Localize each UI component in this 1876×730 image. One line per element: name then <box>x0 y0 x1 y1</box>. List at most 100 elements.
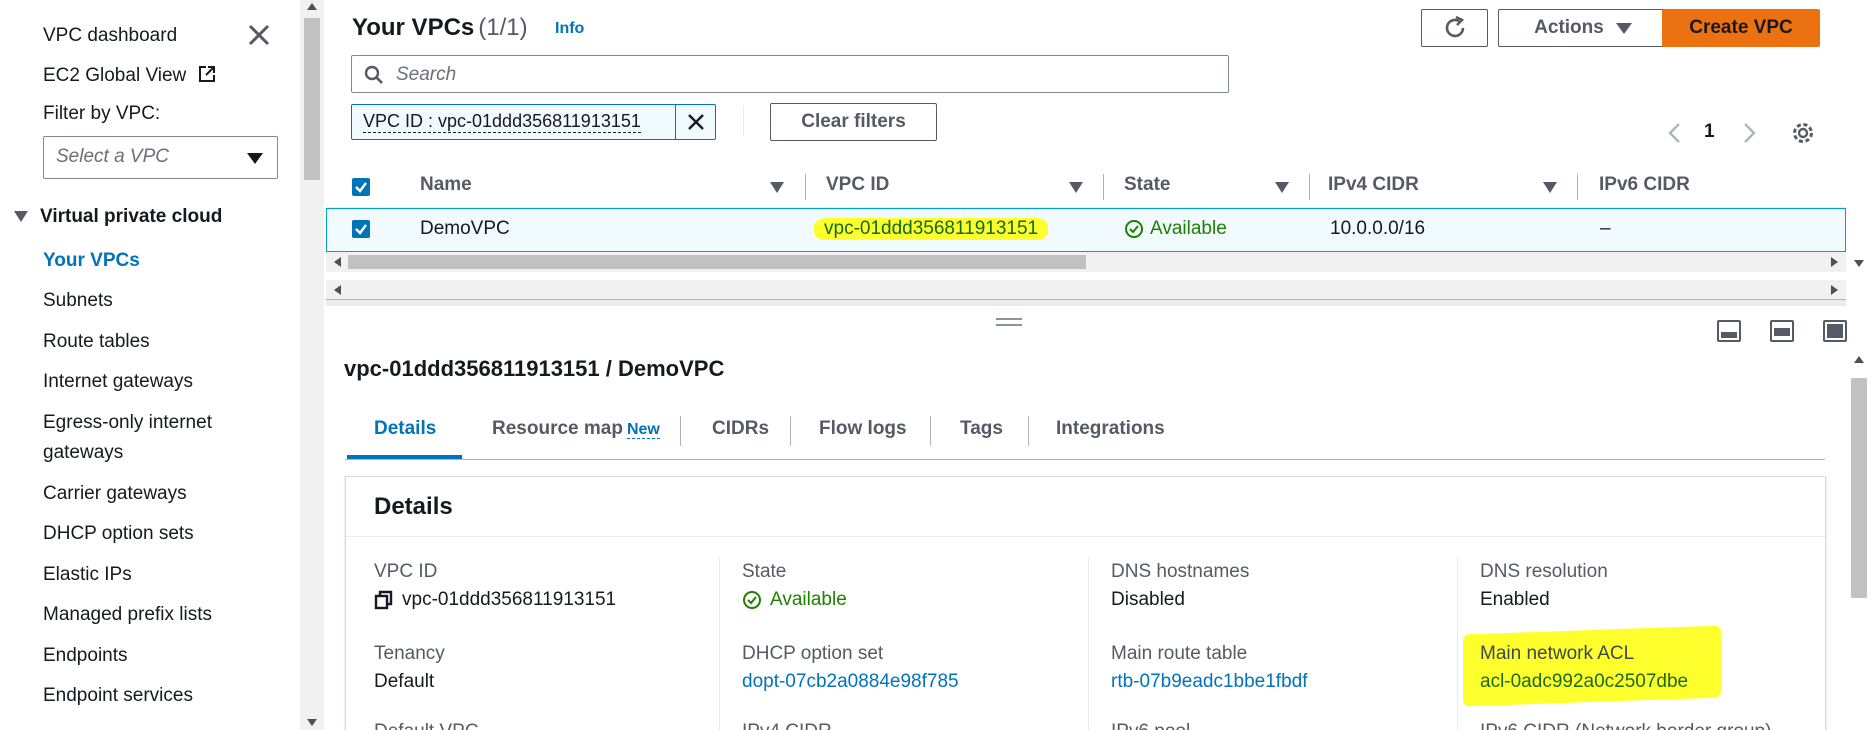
tab-divider <box>680 416 681 446</box>
tab-integrations[interactable]: Integrations <box>1056 418 1165 440</box>
remove-filter-button[interactable] <box>675 104 715 140</box>
sidebar-item-managed-prefix-lists[interactable]: Managed prefix lists <box>43 601 212 629</box>
cell-state: Available <box>1124 218 1227 240</box>
main-route-table-link[interactable]: rtb-07b9eadc1bbe1fbdf <box>1111 671 1308 693</box>
scroll-up-arrow-icon[interactable] <box>307 3 317 10</box>
sidebar-item-your-vpcs[interactable]: Your VPCs <box>43 247 140 275</box>
sidebar-item-route-tables[interactable]: Route tables <box>43 328 150 356</box>
create-vpc-button[interactable]: Create VPC <box>1662 9 1820 47</box>
highlight-mark <box>1463 625 1721 707</box>
sort-icon[interactable] <box>770 182 784 193</box>
panel-full-view-icon[interactable] <box>1823 320 1847 342</box>
check-icon <box>355 182 367 193</box>
scrollbar-thumb[interactable] <box>1851 378 1867 598</box>
search-input[interactable]: Search <box>351 55 1229 93</box>
actions-button[interactable]: Actions <box>1498 9 1668 47</box>
column-header-ipv6-cidr[interactable]: IPv6 CIDR <box>1599 174 1690 196</box>
drag-handle-icon[interactable] <box>996 318 1022 326</box>
filter-token-text: VPC ID : vpc-01ddd356811913151 <box>363 111 641 133</box>
page-number[interactable]: 1 <box>1704 121 1715 143</box>
tab-tags[interactable]: Tags <box>960 418 1003 440</box>
scroll-up-arrow-icon[interactable] <box>1854 356 1864 363</box>
dhcp-option-set-link[interactable]: dopt-07cb2a0884e98f785 <box>742 671 959 693</box>
sidebar-item-endpoint-services[interactable]: Endpoint services <box>43 682 193 710</box>
state-label: State <box>742 561 787 582</box>
tab-resource-map[interactable]: Resource map New <box>492 418 660 440</box>
sidebar-item-vpc-dashboard[interactable]: VPC dashboard <box>43 22 177 50</box>
select-all-checkbox[interactable] <box>352 178 370 196</box>
top-panel-scrollbar[interactable] <box>1848 0 1870 285</box>
panel-bottom-view-icon[interactable] <box>1717 320 1741 342</box>
chevron-left-icon[interactable] <box>1667 122 1681 144</box>
tab-divider <box>790 416 791 446</box>
details-scrollbar[interactable] <box>1848 352 1870 730</box>
panel-side-view-icon[interactable] <box>1770 320 1794 342</box>
main-network-acl-link[interactable]: acl-0adc992a0c2507dbe <box>1480 671 1688 693</box>
cell-name: DemoVPC <box>420 218 510 239</box>
tab-divider <box>1028 416 1029 446</box>
vpc-filter-select[interactable]: Select a VPC <box>43 136 278 179</box>
check-icon <box>355 224 367 235</box>
card-header: Details <box>346 477 1825 537</box>
scroll-right-arrow-icon[interactable] <box>1831 285 1838 295</box>
sidebar-item-dhcp-option-sets[interactable]: DHCP option sets <box>43 520 194 548</box>
table-horizontal-scrollbar-secondary[interactable] <box>326 280 1846 300</box>
sidebar-item-elastic-ips[interactable]: Elastic IPs <box>43 561 132 589</box>
scroll-left-arrow-icon[interactable] <box>334 257 341 267</box>
sidebar-item-carrier-gateways[interactable]: Carrier gateways <box>43 480 187 508</box>
tenancy-label: Tenancy <box>374 643 445 664</box>
cell-vpc-id-link[interactable]: vpc-01ddd356811913151 <box>814 218 1049 240</box>
tab-details[interactable]: Details <box>374 418 436 440</box>
panel-splitter[interactable] <box>326 300 1846 306</box>
scrollbar-thumb[interactable] <box>348 255 1086 269</box>
sidebar-item-subnets[interactable]: Subnets <box>43 287 113 315</box>
chevron-right-icon[interactable] <box>1743 122 1757 144</box>
sidebar-item-endpoints[interactable]: Endpoints <box>43 642 128 670</box>
tab-cidrs[interactable]: CIDRs <box>712 418 769 440</box>
sidebar-item-egress-only-internet-gateways[interactable]: Egress-only internet <box>43 409 212 437</box>
dns-resolution-label: DNS resolution <box>1480 561 1608 582</box>
select-placeholder: Select a VPC <box>56 146 169 167</box>
scroll-down-arrow-icon[interactable] <box>1854 260 1864 267</box>
main-network-acl-label: Main network ACL <box>1480 643 1635 664</box>
scroll-down-arrow-icon[interactable] <box>307 719 317 726</box>
info-link[interactable]: Info <box>555 20 584 38</box>
tab-flow-logs[interactable]: Flow logs <box>819 418 907 440</box>
clear-filters-button[interactable]: Clear filters <box>770 103 937 141</box>
copy-icon[interactable] <box>374 590 394 610</box>
sidebar-item-egress-only-internet-gateways-line2[interactable]: gateways <box>43 439 123 467</box>
sidebar: VPC dashboard EC2 Global View Filter by … <box>0 0 300 730</box>
ipv6-cidr-label: IPv6 CIDR (Network border group) <box>1480 721 1771 730</box>
gear-icon[interactable] <box>1791 121 1815 145</box>
row-checkbox[interactable] <box>352 220 370 238</box>
main-route-table-label: Main route table <box>1111 643 1248 664</box>
tenancy-value: Default <box>374 671 435 692</box>
column-divider <box>1577 174 1578 200</box>
table-row[interactable]: DemoVPC vpc-01ddd356811913151 Available … <box>326 208 1846 252</box>
dns-resolution-value: Enabled <box>1480 589 1550 610</box>
refresh-button[interactable] <box>1421 9 1488 47</box>
table-horizontal-scrollbar[interactable] <box>326 252 1846 272</box>
default-vpc-label: Default VPC <box>374 721 479 730</box>
close-icon[interactable] <box>246 22 272 48</box>
caret-down-icon <box>1615 22 1632 34</box>
sort-icon[interactable] <box>1069 182 1083 193</box>
vpc-id-value: vpc-01ddd356811913151 <box>374 589 616 611</box>
scroll-left-arrow-icon[interactable] <box>334 285 341 295</box>
column-header-vpc-id[interactable]: VPC ID <box>826 174 889 196</box>
column-header-name[interactable]: Name <box>420 174 472 196</box>
external-link-icon <box>198 66 215 82</box>
filter-token[interactable]: VPC ID : vpc-01ddd356811913151 <box>351 104 716 140</box>
scrollbar-thumb[interactable] <box>304 18 320 180</box>
section-label: Virtual private cloud <box>40 206 223 227</box>
column-header-ipv4-cidr[interactable]: IPv4 CIDR <box>1328 174 1419 196</box>
sidebar-section-virtual-private-cloud[interactable]: Virtual private cloud <box>14 206 222 228</box>
sidebar-item-ec2-global-view[interactable]: EC2 Global View <box>43 62 216 90</box>
sort-icon[interactable] <box>1543 182 1557 193</box>
sidebar-item-internet-gateways[interactable]: Internet gateways <box>43 368 193 396</box>
sidebar-scrollbar[interactable] <box>300 0 324 730</box>
column-header-state[interactable]: State <box>1124 174 1170 196</box>
sort-icon[interactable] <box>1275 182 1289 193</box>
scroll-right-arrow-icon[interactable] <box>1831 257 1838 267</box>
status-success-icon <box>1125 220 1143 238</box>
